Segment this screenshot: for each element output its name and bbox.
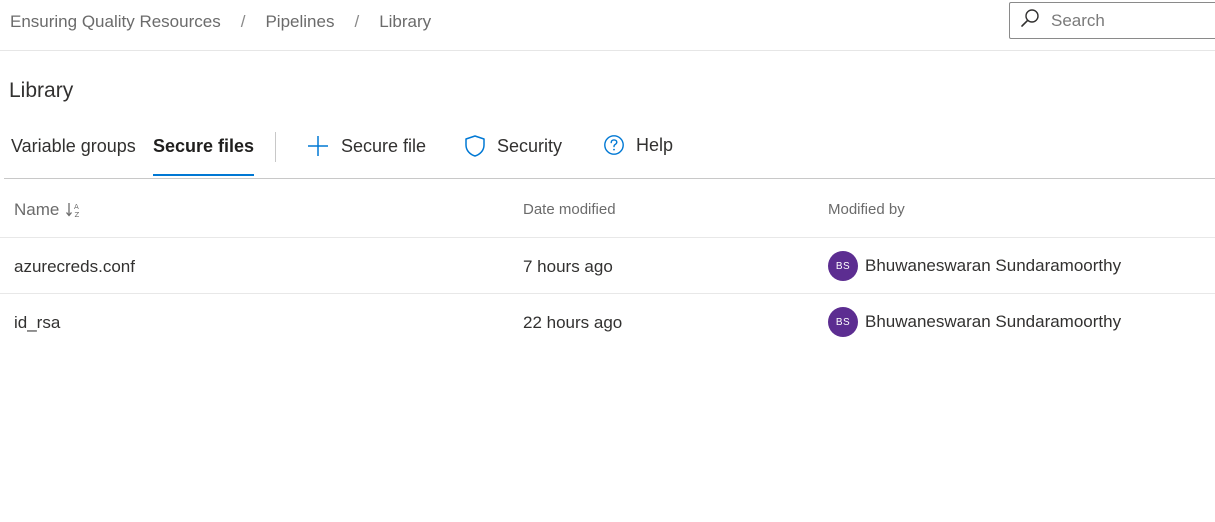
breadcrumb: Ensuring Quality Resources / Pipelines /… (10, 12, 431, 32)
sort-ascending-icon: A Z (65, 201, 83, 219)
breadcrumb-project[interactable]: Ensuring Quality Resources (10, 12, 221, 32)
help-button[interactable]: Help (603, 134, 673, 156)
search-icon (1010, 8, 1040, 33)
tab-variable-groups[interactable]: Variable groups (11, 136, 136, 176)
column-header-date-modified[interactable]: Date modified (523, 201, 616, 218)
search-box[interactable] (1009, 2, 1215, 39)
column-header-modified-by[interactable]: Modified by (828, 201, 905, 218)
security-label: Security (497, 135, 563, 156)
page-title: Library (9, 79, 74, 102)
breadcrumb-pipelines[interactable]: Pipelines (265, 12, 334, 32)
tab-bar: Variable groups Secure files Secure file… (4, 124, 1215, 179)
help-label: Help (636, 134, 674, 155)
tab-divider (275, 132, 276, 162)
column-header-name[interactable]: Name A Z (14, 200, 83, 220)
security-button[interactable]: Security (464, 134, 562, 158)
tab-secure-files[interactable]: Secure files (153, 136, 255, 176)
modified-by: BS Bhuwaneswaran Sundaramoorthy (828, 307, 1121, 337)
table-header: Name A Z Date modified Modified by (0, 179, 1215, 238)
help-icon (603, 134, 625, 156)
user-name: Bhuwaneswaran Sundaramoorthy (865, 256, 1122, 275)
file-name[interactable]: azurecreds.conf (14, 257, 135, 277)
breadcrumb-separator: / (354, 12, 360, 31)
top-bar: Ensuring Quality Resources / Pipelines /… (0, 0, 1215, 51)
modified-by: BS Bhuwaneswaran Sundaramoorthy (828, 251, 1121, 281)
svg-text:Z: Z (75, 211, 80, 219)
date-modified: 22 hours ago (523, 313, 623, 332)
plus-icon (306, 134, 330, 158)
table-row[interactable]: id_rsa 22 hours ago BS Bhuwaneswaran Sun… (0, 294, 1215, 349)
table-row[interactable]: azurecreds.conf 7 hours ago BS Bhuwanesw… (0, 238, 1215, 294)
date-modified: 7 hours ago (523, 257, 613, 276)
search-input[interactable] (1049, 9, 1203, 32)
avatar: BS (828, 307, 858, 337)
breadcrumb-library[interactable]: Library (379, 12, 431, 32)
avatar: BS (828, 251, 858, 281)
add-secure-file-button[interactable]: Secure file (306, 134, 426, 158)
breadcrumb-separator: / (240, 12, 246, 31)
column-header-name-label: Name (14, 200, 60, 219)
file-name[interactable]: id_rsa (14, 313, 60, 333)
shield-icon (464, 134, 486, 158)
user-name: Bhuwaneswaran Sundaramoorthy (865, 312, 1122, 331)
add-secure-file-label: Secure file (341, 135, 427, 156)
svg-text:A: A (74, 203, 79, 211)
